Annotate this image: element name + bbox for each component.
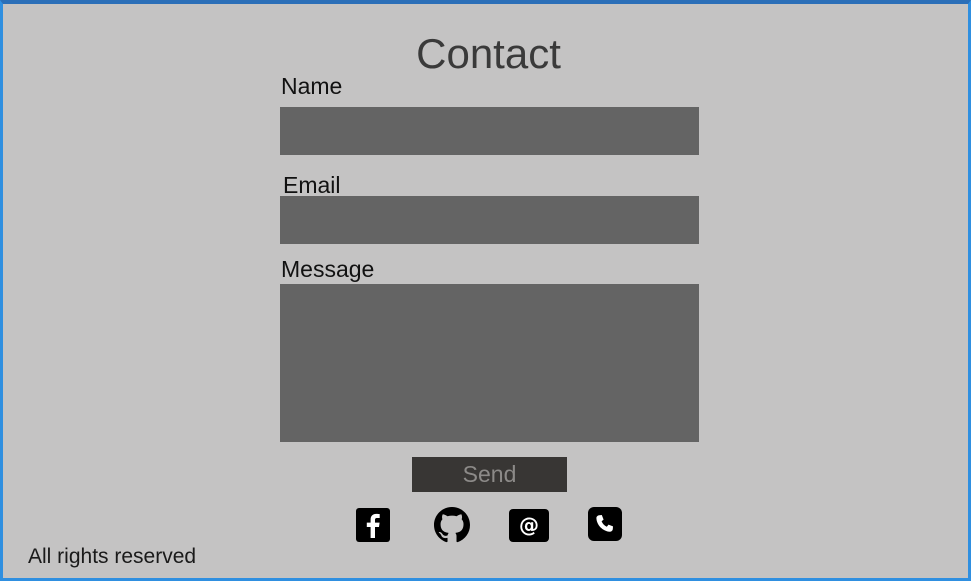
send-button[interactable]: Send	[412, 457, 567, 492]
facebook-icon	[356, 508, 390, 542]
message-label: Message	[281, 256, 375, 282]
page-title: Contact	[416, 30, 561, 77]
github-link[interactable]	[432, 506, 472, 544]
page-frame: Contact Name Email Message Send @ All ri…	[0, 0, 971, 581]
svg-text:@: @	[519, 513, 539, 537]
email-label: Email	[283, 172, 341, 198]
phone-link[interactable]	[585, 506, 625, 544]
name-field[interactable]	[280, 107, 699, 155]
github-icon	[434, 507, 470, 543]
facebook-link[interactable]	[353, 506, 393, 544]
name-label: Name	[281, 73, 343, 99]
footer-copyright: All rights reserved	[28, 545, 197, 568]
message-field[interactable]	[280, 284, 699, 442]
email-field[interactable]	[280, 196, 699, 244]
email-link[interactable]: @	[509, 506, 549, 544]
phone-icon	[588, 507, 622, 541]
email-at-icon: @	[509, 509, 549, 542]
